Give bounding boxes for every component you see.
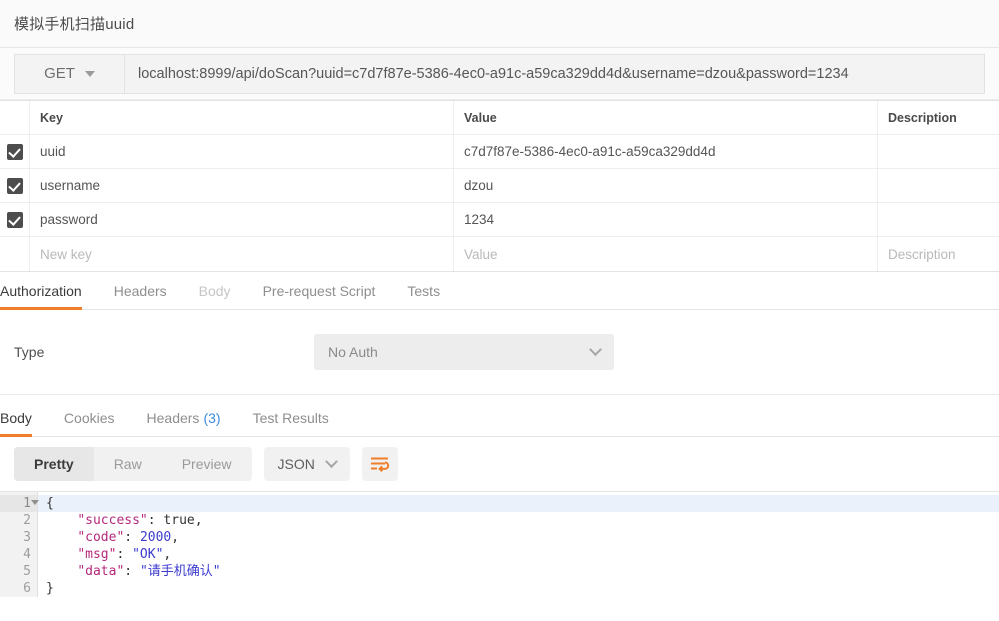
tab-body[interactable]: Body <box>183 283 247 309</box>
response-toolbar: Pretty Raw Preview JSON <box>0 437 999 491</box>
line-number: 5 <box>0 563 37 580</box>
code-line: "data": "请手机确认" <box>38 563 999 580</box>
header-key: Key <box>30 101 454 134</box>
json-code-content[interactable]: { "success": true, "code": 2000, "msg": … <box>38 492 999 597</box>
auth-type-value: No Auth <box>328 344 378 360</box>
line-number: 6 <box>0 580 37 597</box>
header-checkbox-cell <box>0 101 30 134</box>
http-method-selector[interactable]: GET <box>14 54 124 94</box>
title-bar: 模拟手机扫描uuid <box>0 0 999 48</box>
authorization-panel: Type No Auth <box>0 310 999 395</box>
code-fold-icon[interactable] <box>31 500 39 505</box>
response-tab-body[interactable]: Body <box>0 410 48 436</box>
view-mode-preview[interactable]: Preview <box>162 447 252 481</box>
auth-type-label: Type <box>14 344 314 360</box>
word-wrap-icon <box>370 456 390 472</box>
param-description-input[interactable] <box>878 203 999 236</box>
new-description-input[interactable]: Description <box>878 237 999 271</box>
param-description-input[interactable] <box>878 169 999 202</box>
auth-type-select[interactable]: No Auth <box>314 334 614 370</box>
response-tab-headers[interactable]: Headers(3) <box>131 410 237 436</box>
url-input[interactable]: localhost:8999/api/doScan?uuid=c7d7f87e-… <box>124 54 985 94</box>
tab-headers[interactable]: Headers <box>98 283 183 309</box>
response-body-viewer: 1 2 3 4 5 6 { "success": true, "code": 2… <box>0 491 999 597</box>
line-number-gutter: 1 2 3 4 5 6 <box>0 492 38 597</box>
response-format-select[interactable]: JSON <box>264 447 350 481</box>
param-key-input[interactable]: username <box>30 169 454 202</box>
checkbox-checked-icon[interactable] <box>7 212 23 228</box>
code-line: { <box>38 495 999 512</box>
request-url-bar: GET localhost:8999/api/doScan?uuid=c7d7f… <box>0 48 999 100</box>
tab-tests[interactable]: Tests <box>391 283 456 309</box>
word-wrap-button[interactable] <box>362 447 398 481</box>
new-row-checkbox-cell <box>0 237 30 271</box>
response-tab-strip: Body Cookies Headers(3) Test Results <box>0 395 999 437</box>
table-row: password 1234 <box>0 203 999 237</box>
row-enable-checkbox-cell <box>0 135 30 168</box>
table-row: uuid c7d7f87e-5386-4ec0-a91c-a59ca329dd4… <box>0 135 999 169</box>
line-number: 1 <box>0 495 37 512</box>
response-format-value: JSON <box>278 456 315 472</box>
header-description: Description <box>878 101 999 134</box>
response-tab-test-results[interactable]: Test Results <box>237 410 345 436</box>
page-title: 模拟手机扫描uuid <box>14 13 134 34</box>
tab-pre-request-script[interactable]: Pre-request Script <box>247 283 392 309</box>
table-row: username dzou <box>0 169 999 203</box>
headers-count-badge: (3) <box>203 410 220 426</box>
view-mode-segmented-control: Pretty Raw Preview <box>14 447 252 481</box>
param-value-input[interactable]: 1234 <box>454 203 878 236</box>
table-header-row: Key Value Description <box>0 101 999 135</box>
param-value-input[interactable]: c7d7f87e-5386-4ec0-a91c-a59ca329dd4d <box>454 135 878 168</box>
row-enable-checkbox-cell <box>0 203 30 236</box>
code-line: "msg": "OK", <box>38 546 999 563</box>
code-line: "success": true, <box>38 512 999 529</box>
chevron-down-icon <box>85 71 95 77</box>
chevron-down-icon <box>325 455 338 468</box>
param-key-input[interactable]: password <box>30 203 454 236</box>
view-mode-raw[interactable]: Raw <box>94 447 162 481</box>
row-enable-checkbox-cell <box>0 169 30 202</box>
param-value-input[interactable]: dzou <box>454 169 878 202</box>
code-line: "code": 2000, <box>38 529 999 546</box>
response-tab-headers-label: Headers <box>147 410 200 426</box>
line-number: 4 <box>0 546 37 563</box>
line-number: 2 <box>0 512 37 529</box>
view-mode-pretty[interactable]: Pretty <box>14 447 94 481</box>
tab-authorization[interactable]: Authorization <box>0 283 98 309</box>
checkbox-checked-icon[interactable] <box>7 144 23 160</box>
chevron-down-icon <box>589 343 602 356</box>
response-tab-cookies[interactable]: Cookies <box>48 410 131 436</box>
code-line: } <box>38 580 999 597</box>
param-key-input[interactable]: uuid <box>30 135 454 168</box>
table-new-row: New key Value Description <box>0 237 999 271</box>
header-value: Value <box>454 101 878 134</box>
request-tab-strip: Authorization Headers Body Pre-request S… <box>0 272 999 310</box>
http-method-label: GET <box>44 65 75 82</box>
param-description-input[interactable] <box>878 135 999 168</box>
new-key-input[interactable]: New key <box>30 237 454 271</box>
query-params-table: Key Value Description uuid c7d7f87e-5386… <box>0 100 999 272</box>
new-value-input[interactable]: Value <box>454 237 878 271</box>
line-number: 3 <box>0 529 37 546</box>
checkbox-checked-icon[interactable] <box>7 178 23 194</box>
